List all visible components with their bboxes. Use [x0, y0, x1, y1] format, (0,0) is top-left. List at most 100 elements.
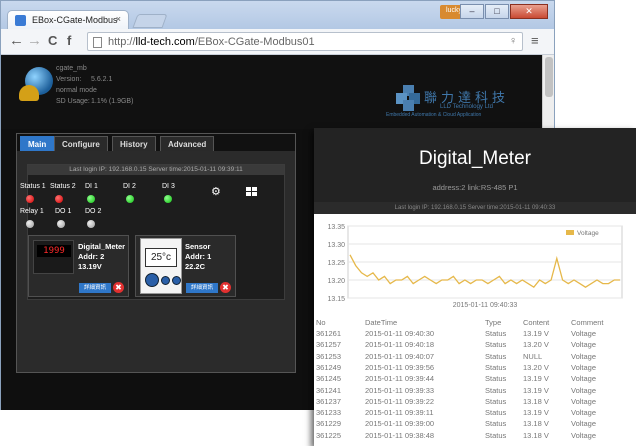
table-cell: Status [485, 408, 507, 418]
table-cell: Voltage [571, 419, 597, 429]
table-cell: Status [485, 430, 507, 440]
url-path: /EBox-CGate-Modbus01 [194, 36, 315, 48]
do-2-toggle[interactable] [87, 220, 95, 228]
home-icon[interactable]: f [67, 33, 71, 49]
minimize-button[interactable]: – [460, 4, 484, 19]
card-addr: Addr: 2 [78, 252, 105, 261]
table-cell: 361237 [316, 396, 342, 406]
browser-titlebar: EBox-CGate-Modbus × lucky – □ ✕ [1, 1, 554, 30]
io-label-di-3: DI 3 [162, 183, 175, 190]
device-card-sensor[interactable]: 25°c Sensor Addr: 1 22.2C 詳細資訊 ✖ [135, 235, 236, 297]
address-bar[interactable]: http://lld-tech.com/EBox-CGate-Modbus01 [87, 32, 523, 51]
table-cell: NULL [523, 351, 543, 361]
panel-tabs: Main Configure History Advanced [17, 134, 295, 151]
table-cell: Status [485, 340, 507, 350]
forward-arrow-icon[interactable]: → [27, 33, 42, 49]
grid-view-icon[interactable] [246, 187, 257, 196]
header-datetime: DateTime [365, 318, 398, 327]
tab-advanced[interactable]: Advanced [160, 136, 215, 151]
table-cell: 361229 [316, 419, 342, 429]
device-card-digital-meter[interactable]: 1999 Digital_Meter Addr: 2 13.19V 詳細資訊 ✖ [28, 235, 129, 297]
reload-icon[interactable]: C [48, 33, 57, 49]
tab-configure[interactable]: Configure [54, 136, 108, 151]
table-cell: 361253 [316, 351, 342, 361]
table-cell: Voltage [571, 385, 597, 395]
maximize-button[interactable]: □ [485, 4, 509, 19]
scrollbar-thumb[interactable] [545, 57, 553, 97]
table-cell: Status [485, 396, 507, 406]
legend-label: Voltage [577, 230, 599, 237]
y-tick-label: 13.25 [327, 260, 345, 267]
di-2-led [126, 195, 134, 203]
table-cell: Status [485, 419, 507, 429]
sd-usage-label: SD Usage: [56, 98, 90, 105]
table-cell: 361249 [316, 362, 342, 372]
url-domain: lld-tech.com [135, 36, 195, 48]
table-cell: Voltage [571, 340, 597, 350]
tab-main[interactable]: Main [20, 136, 55, 151]
card-value: 13.19V [78, 262, 102, 271]
popup-header: Digital_Meter address:2 link:RS-485 P1 [314, 128, 636, 206]
y-tick-label: 13.30 [327, 242, 345, 249]
io-label-relay-1: Relay 1 [20, 208, 44, 215]
table-cell: 13.19 V [523, 329, 549, 338]
sd-usage-value: 1.1% (1.9GB) [91, 98, 134, 105]
table-row: 361241 2015-01-11 09:39:33 Status 13.19 V Vo… [314, 386, 636, 397]
device-info: cgate_mb Version: 5.6.2.1 normal mode SD … [56, 63, 133, 107]
detail-button[interactable]: 詳細資訊 [186, 283, 218, 293]
header-content: Content [523, 318, 550, 327]
table-cell: Voltage [571, 329, 597, 338]
di-1-led [87, 195, 95, 203]
cube-logo-icon [396, 85, 422, 111]
version-label: Version: [56, 76, 82, 83]
relay-1-toggle[interactable] [26, 220, 34, 228]
io-label-di-1: DI 1 [85, 183, 98, 190]
tab-history[interactable]: History [112, 136, 156, 151]
io-label-do-1: DO 1 [55, 208, 72, 215]
new-tab-button[interactable] [132, 14, 168, 28]
table-cell: 2015-01-11 09:39:00 [365, 419, 435, 429]
table-cell: 13.18 V [523, 419, 549, 429]
delete-icon[interactable]: ✖ [113, 282, 124, 293]
browser-tab[interactable]: EBox-CGate-Modbus × [7, 10, 129, 30]
brand-subtitle: LLD Technology Ltd [440, 104, 493, 110]
meter-display: 1999 [37, 245, 71, 257]
table-cell: 2015-01-11 09:39:56 [365, 362, 435, 372]
version-value: 5.6.2.1 [91, 76, 113, 83]
table-row: 361253 2015-01-11 09:40:07 Status NULL Volta… [314, 352, 636, 363]
table-cell: 13.18 V [523, 430, 549, 440]
table-row: 361233 2015-01-11 09:39:11 Status 13.19 V Vo… [314, 408, 636, 419]
popup-address: address:2 link:RS-485 P1 [432, 183, 518, 192]
do-1-toggle[interactable] [57, 220, 65, 228]
tab-close-icon[interactable]: × [116, 14, 121, 24]
person-icon [19, 85, 39, 101]
table-cell: 2015-01-11 09:39:11 [365, 408, 434, 418]
io-label-status-2: Status 2 [50, 183, 76, 190]
table-cell: 13.18 V [523, 396, 549, 406]
browser-toolbar: ← → C f http://lld-tech.com/EBox-CGate-M… [1, 29, 554, 55]
y-tick-label: 13.20 [327, 278, 345, 285]
x-axis-label: 2015-01-11 09:40:33 [453, 302, 518, 309]
table-row: 361257 2015-01-11 09:40:18 Status 13.20 V Vo… [314, 340, 636, 351]
bookmark-icon[interactable]: ♀ [509, 35, 517, 47]
panel-body: Last login IP: 192.168.0.15 Server time:… [20, 164, 285, 300]
favicon-icon [15, 15, 26, 26]
table-cell: 361233 [316, 408, 342, 418]
table-row: 361237 2015-01-11 09:39:22 Status 13.18 V Vo… [314, 397, 636, 408]
gear-icon[interactable]: ⚙ [211, 185, 221, 198]
close-window-button[interactable]: ✕ [510, 4, 548, 19]
table-cell: Status [485, 362, 507, 372]
table-cell: 2015-01-11 09:39:44 [365, 374, 435, 384]
table-row: 361261 2015-01-11 09:40:30 Status 13.19 V Vo… [314, 329, 636, 340]
menu-icon[interactable]: ≡ [531, 33, 539, 48]
card-value: 22.2C [185, 262, 206, 271]
sensor-image: 25°c [140, 238, 182, 294]
delete-icon[interactable]: ✖ [220, 282, 231, 293]
io-label-status-1: Status 1 [20, 183, 46, 190]
detail-button[interactable]: 詳細資訊 [79, 283, 111, 293]
card-name: Digital_Meter [78, 242, 126, 251]
table-cell: 2015-01-11 09:40:07 [365, 351, 435, 361]
table-cell: 13.19 V [523, 385, 549, 395]
header-comment: Comment [571, 318, 604, 327]
back-arrow-icon[interactable]: ← [9, 33, 24, 49]
